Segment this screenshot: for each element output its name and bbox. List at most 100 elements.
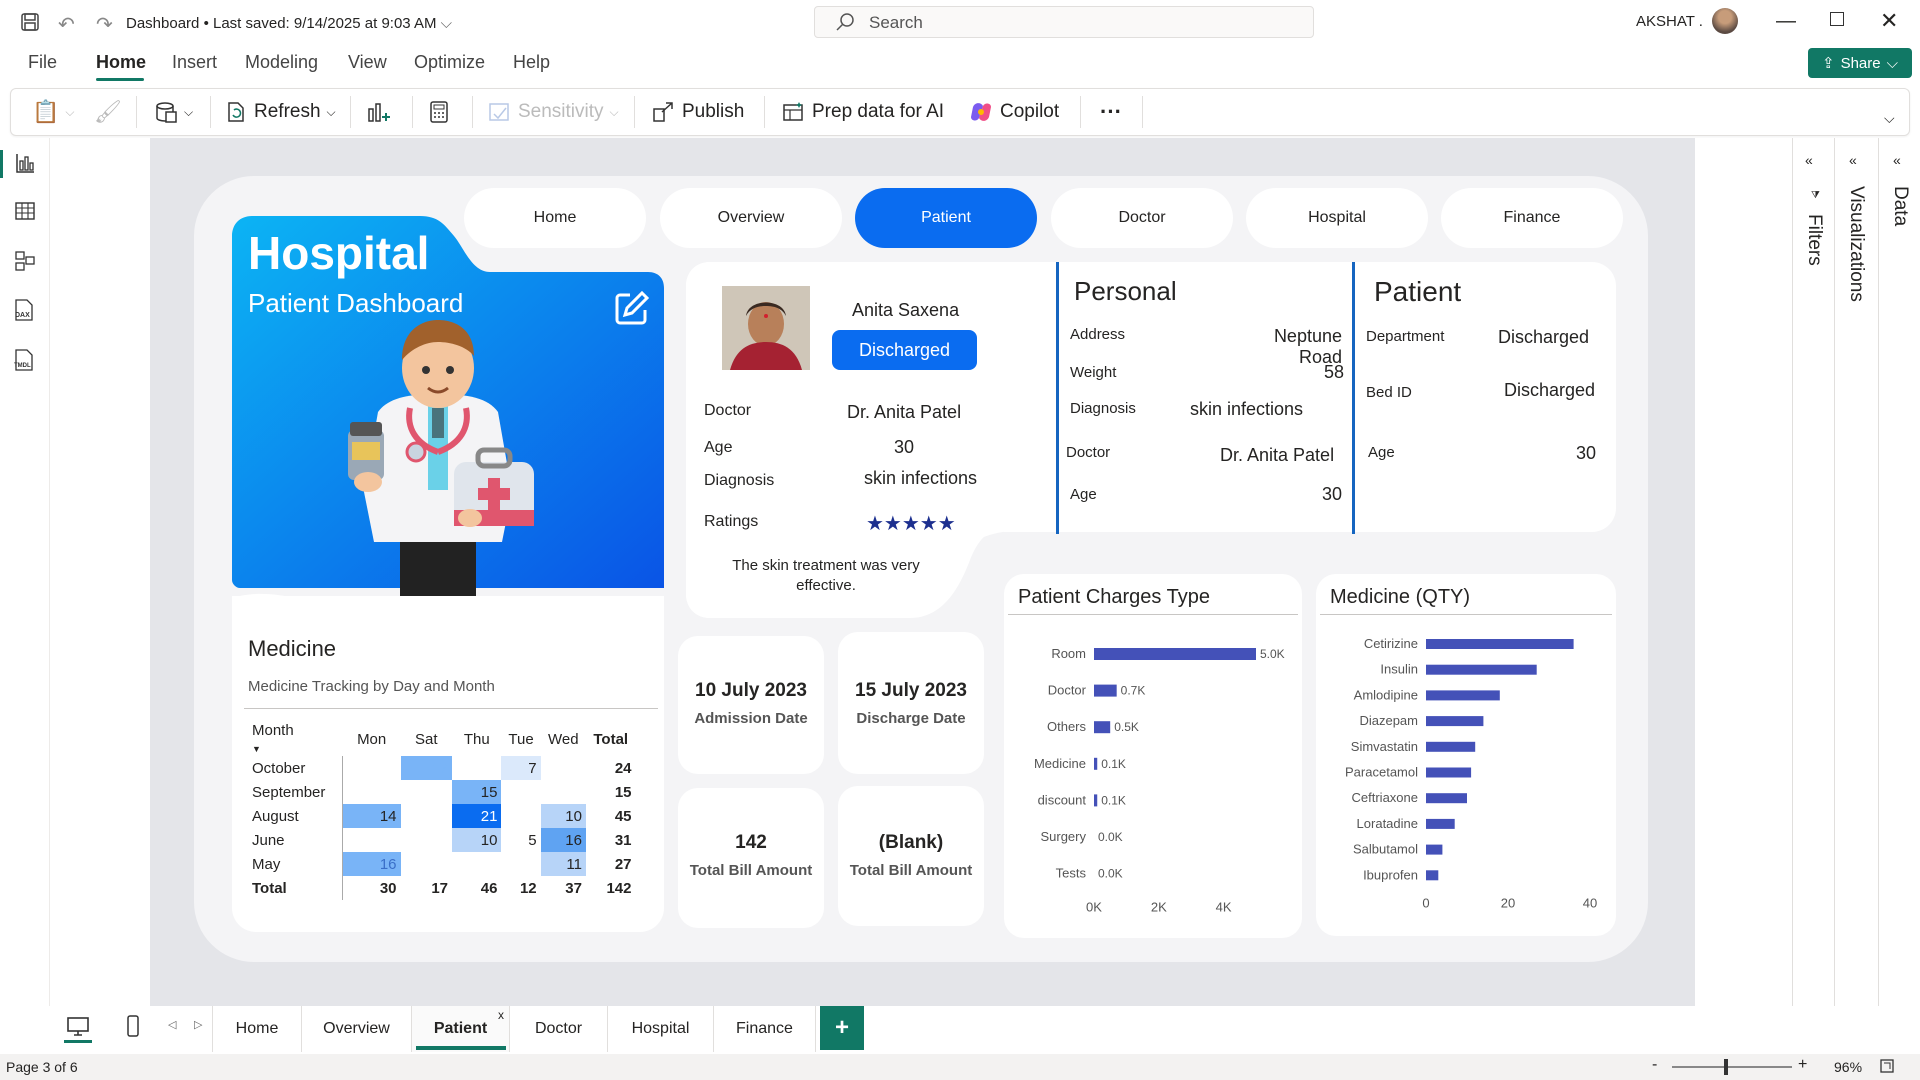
chevron-down-icon: ⌵	[609, 104, 619, 119]
next-page-icon[interactable]: ▷	[194, 1018, 202, 1031]
cell: 10	[452, 828, 502, 852]
redo-icon[interactable]: ↷	[96, 12, 113, 37]
filters-pane[interactable]: « ⧩ Filters	[1792, 138, 1834, 1006]
search-input[interactable]: Search	[814, 6, 1314, 38]
prep-data-button[interactable]: Prep data for AI	[782, 88, 944, 136]
nav-hospital-button[interactable]: Hospital	[1246, 188, 1428, 248]
cell: 24	[614, 759, 632, 777]
table-row[interactable]: October 17 7 24	[248, 756, 636, 780]
fit-page-icon[interactable]	[1880, 1059, 1894, 1073]
table-row[interactable]: May 16 11 27	[248, 852, 636, 876]
undo-icon[interactable]: ↶	[58, 12, 75, 37]
table-row[interactable]: June 10 5 16 31	[248, 828, 636, 852]
refresh-button[interactable]: Refresh ⌵	[224, 88, 336, 136]
svg-text:DAX: DAX	[15, 312, 30, 319]
tab-view[interactable]: View	[348, 52, 387, 73]
model-view-icon[interactable]	[14, 250, 36, 272]
kpi-label: Total Bill Amount	[689, 862, 813, 879]
tab-home[interactable]: Home	[96, 52, 146, 73]
tab-file[interactable]: File	[28, 52, 57, 73]
data-label: 5.0K	[1260, 647, 1285, 661]
col-sat[interactable]: Sat	[401, 722, 453, 756]
visualizations-pane[interactable]: « Visualizations	[1834, 138, 1878, 1006]
user-name: AKSHAT .	[1636, 13, 1703, 30]
more-options-button[interactable]: ···	[1100, 88, 1122, 136]
tab-optimize[interactable]: Optimize	[414, 52, 485, 73]
cell	[501, 804, 540, 828]
bar-label: Room	[1051, 646, 1086, 661]
report-view-icon[interactable]	[14, 152, 36, 174]
expand-icon[interactable]: «	[1805, 152, 1813, 168]
collapse-ribbon-icon[interactable]: ⌵	[1884, 110, 1895, 127]
dax-query-icon[interactable]: DAX	[12, 298, 36, 322]
page-tab-hospital[interactable]: Hospital	[608, 1006, 714, 1052]
desktop-layout-icon[interactable]	[66, 1016, 90, 1038]
bar-label: Ceftriaxone	[1352, 790, 1418, 805]
charges-bar-chart: Room 5.0K Doctor 0.7K Others 0.5K Medicine 0.1K…	[1034, 646, 1285, 915]
cell: 17	[400, 756, 453, 780]
file-name-menu[interactable]: Dashboard • Last saved: 9/14/2025 at 9:0…	[126, 15, 452, 32]
col-mon[interactable]: Mon	[343, 722, 401, 756]
paste-button[interactable]: 📋 ⌵	[32, 88, 75, 136]
page-tab-finance[interactable]: Finance	[714, 1006, 816, 1052]
col-month[interactable]: Month ▼	[248, 722, 343, 756]
cell	[452, 756, 501, 780]
tab-insert[interactable]: Insert	[172, 52, 217, 73]
doctor-label: Doctor	[704, 402, 752, 419]
zoom-slider[interactable]	[1672, 1066, 1792, 1068]
zoom-in-icon[interactable]: +	[1798, 1056, 1807, 1074]
bar-label: Doctor	[1048, 683, 1087, 698]
save-icon[interactable]	[18, 10, 42, 34]
format-painter-button[interactable]: 🖌	[94, 88, 122, 136]
nav-overview-button[interactable]: Overview	[660, 188, 842, 248]
share-button[interactable]: ⇪ Share ⌵	[1808, 48, 1912, 78]
close-icon[interactable]: ✕	[1880, 8, 1898, 34]
nav-patient-button[interactable]: Patient	[855, 188, 1037, 248]
page-tab-overview[interactable]: Overview	[302, 1006, 412, 1052]
sensitivity-button[interactable]: Sensitivity ⌵	[488, 88, 619, 136]
new-visual-button[interactable]	[366, 88, 392, 136]
table-row[interactable]: August 14 21 10 45	[248, 804, 636, 828]
add-page-button[interactable]: +	[820, 1006, 864, 1050]
patient-name: Anita Saxena	[852, 300, 960, 320]
plus-icon: +	[834, 1014, 849, 1041]
nav-finance-button[interactable]: Finance	[1441, 188, 1623, 248]
expand-icon[interactable]: «	[1893, 152, 1901, 168]
avatar[interactable]	[1712, 8, 1738, 34]
get-data-button[interactable]: ⌵	[154, 88, 193, 136]
data-pane[interactable]: « Data	[1878, 138, 1920, 1006]
minimize-icon[interactable]: —	[1776, 10, 1796, 33]
zoom-out-icon[interactable]: -	[1652, 1056, 1657, 1074]
bar	[1426, 767, 1472, 778]
tmdl-view-icon[interactable]: TMDL	[12, 348, 36, 372]
maximize-icon[interactable]	[1830, 12, 1844, 26]
col-thu[interactable]: Thu	[452, 722, 501, 756]
page-tab-home[interactable]: Home	[212, 1006, 302, 1052]
copilot-button[interactable]: Copilot	[968, 88, 1059, 136]
col-total[interactable]: Total	[586, 722, 636, 756]
edit-icon[interactable]	[614, 290, 650, 326]
new-measure-button[interactable]	[428, 88, 450, 136]
expand-icon[interactable]: «	[1849, 152, 1857, 168]
col-tue[interactable]: Tue	[501, 722, 540, 756]
bar-label: Ibuprofen	[1363, 867, 1418, 882]
bed-id-label: Bed ID	[1366, 384, 1412, 401]
publish-button[interactable]: Publish	[652, 88, 744, 136]
page-tab-patient[interactable]: Patient x	[412, 1006, 510, 1052]
status-bar: Page 3 of 6 - + 96%	[0, 1054, 1920, 1080]
prev-page-icon[interactable]: ◁	[168, 1018, 176, 1031]
table-view-icon[interactable]	[14, 200, 36, 222]
kpi-label: Admission Date	[694, 710, 808, 727]
tab-help[interactable]: Help	[513, 52, 550, 73]
zoom-slider-handle[interactable]	[1724, 1059, 1728, 1075]
cell	[343, 828, 401, 852]
tab-modeling[interactable]: Modeling	[245, 52, 318, 73]
nav-doctor-button[interactable]: Doctor	[1051, 188, 1233, 248]
col-wed[interactable]: Wed	[541, 722, 586, 756]
close-tab-icon[interactable]: x	[498, 1008, 504, 1022]
page-tab-doctor[interactable]: Doctor	[510, 1006, 608, 1052]
row-label: September	[248, 780, 344, 804]
mobile-layout-icon[interactable]	[126, 1014, 140, 1038]
table-row[interactable]: September 15 15	[248, 780, 636, 804]
medicine-title: Medicine	[248, 636, 337, 661]
